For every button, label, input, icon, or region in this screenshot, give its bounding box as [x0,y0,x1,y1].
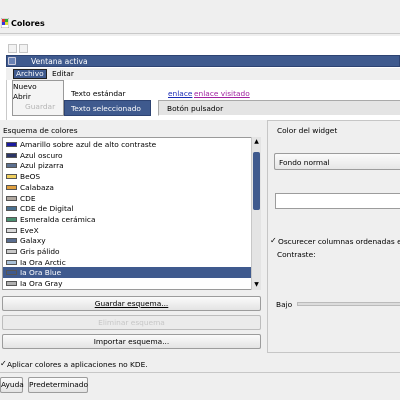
preview-menubar: Archivo Editar [6,68,400,80]
scheme-item[interactable]: Esmeralda cerámica [3,214,252,225]
scroll-thumb[interactable] [253,152,260,210]
menu-item-guardar: Guardar [25,102,56,111]
menu-item-abrir[interactable]: Abrir [13,92,31,101]
scheme-item[interactable]: EveX [3,225,252,236]
color-swatch-button[interactable] [275,193,400,209]
scheme-swatch-icon [6,195,17,201]
scheme-item-label: BeOS [20,172,41,182]
scheme-item-label: CDE [20,193,36,203]
scheme-item-label: Azul pizarra [20,161,64,171]
scheme-swatch-icon [6,238,17,244]
scheme-label: Esquema de colores [3,126,78,135]
delete-scheme-label: Eliminar esquema [98,318,165,327]
push-button-label: Botón pulsador [167,104,224,113]
scheme-item[interactable]: Ia Ora Blue [3,267,252,279]
scheme-item-label: Ia Ora Blue [20,268,62,278]
scheme-swatch-icon [6,184,17,190]
scheme-item-label: Calabaza [20,182,54,192]
scheme-item-label: Galaxy [20,236,46,246]
scheme-item-label: Ia Ora Gray [20,279,63,289]
scheme-swatch-icon [6,206,17,212]
scheme-item[interactable]: Ia Ora Arctic [3,257,252,268]
scheme-item[interactable]: Galaxy [3,235,252,246]
scheme-item[interactable]: CDE [3,193,252,204]
scheme-swatch-icon [6,249,17,254]
contrast-label: Contraste: [277,250,316,259]
defaults-button-label: Predeterminado [29,380,89,389]
scheme-item-label: EveX [20,225,39,235]
import-scheme-label: Importar esquema... [93,337,170,346]
contrast-low-label: Bajo [276,300,293,309]
scheme-item[interactable]: Amarillo sobre azul de alto contraste [3,139,252,150]
menu-editar[interactable]: Editar [52,69,74,79]
active-window-titlebar[interactable]: Ventana activa [6,55,400,67]
scheme-swatch-icon [6,227,17,233]
apply-kde-checkbox[interactable]: ✓ [0,359,7,368]
selected-text: Texto seleccionado [71,104,141,113]
scheme-swatch-icon [6,259,17,265]
widget-color-label: Color del widget [277,126,338,135]
shade-columns-label: Oscurecer columnas ordenadas en [278,237,400,246]
push-button-preview[interactable]: Botón pulsador [158,100,400,116]
scheme-item-label: Gris pálido [20,247,60,256]
scheme-item[interactable]: Calabaza [3,182,252,193]
apply-kde-label: Aplicar colores a aplicaciones no KDE. [7,360,148,369]
scheme-scrollbar[interactable]: ▲ ▼ [251,137,261,290]
defaults-button[interactable]: Predeterminado [28,377,88,393]
scheme-swatch-icon [6,142,17,147]
visited-link-text[interactable]: enlace visitado [194,89,250,98]
maximize-icon [19,44,28,53]
scheme-item-label: Azul oscuro [20,150,63,160]
scheme-item[interactable]: Azul pizarra [3,160,252,171]
widget-color-select-value: Fondo normal [279,158,330,167]
scheme-item-label: Amarillo sobre azul de alto contraste [20,140,157,149]
contrast-slider[interactable] [297,302,400,306]
help-button-label: Ayuda [1,380,24,389]
shade-columns-checkbox[interactable]: ✓ [270,236,277,245]
scheme-item[interactable]: CDE de Digital [3,203,252,214]
scheme-item[interactable]: Ia Ora Gray [3,278,252,289]
widget-color-select[interactable]: Fondo normal [274,153,400,170]
menu-item-nuevo[interactable]: Nuevo [13,82,37,91]
help-button[interactable]: Ayuda [0,377,24,393]
scheme-swatch-icon [6,174,17,180]
scheme-item[interactable]: Gris pálido [3,246,252,257]
standard-text: Texto estándar [71,89,126,98]
window-icon [8,57,16,65]
scheme-swatch-icon [6,216,17,222]
scroll-down-icon[interactable]: ▼ [252,280,261,289]
module-header [0,0,400,34]
page-title: Colores [11,19,45,28]
scheme-swatch-icon [6,281,17,287]
colors-app-icon [1,18,9,28]
scheme-swatch-icon [6,270,17,276]
menu-archivo[interactable]: Archivo [13,69,47,79]
import-scheme-button[interactable]: Importar esquema... [2,334,261,349]
scheme-item[interactable]: Azul oscuro [3,150,252,161]
delete-scheme-button: Eliminar esquema [2,315,261,330]
scheme-item-label: CDE de Digital [20,204,74,214]
window-buttons-strip [6,44,400,54]
minimize-icon [8,44,17,53]
save-scheme-button[interactable]: Guardar esquema... [2,296,261,311]
divider [0,372,400,373]
scheme-swatch-icon [6,163,17,169]
save-scheme-label: Guardar esquema... [94,299,169,308]
scheme-item[interactable]: BeOS [3,171,252,182]
scheme-item-label: Esmeralda cerámica [20,214,96,224]
active-window-title: Ventana activa [31,57,88,66]
scheme-swatch-icon [6,152,17,158]
scroll-up-icon[interactable]: ▲ [252,137,261,146]
scheme-list[interactable]: Amarillo sobre azul de alto contraste Azu… [2,137,261,290]
link-text[interactable]: enlace [168,89,192,98]
scheme-item-label: Ia Ora Arctic [20,257,66,267]
